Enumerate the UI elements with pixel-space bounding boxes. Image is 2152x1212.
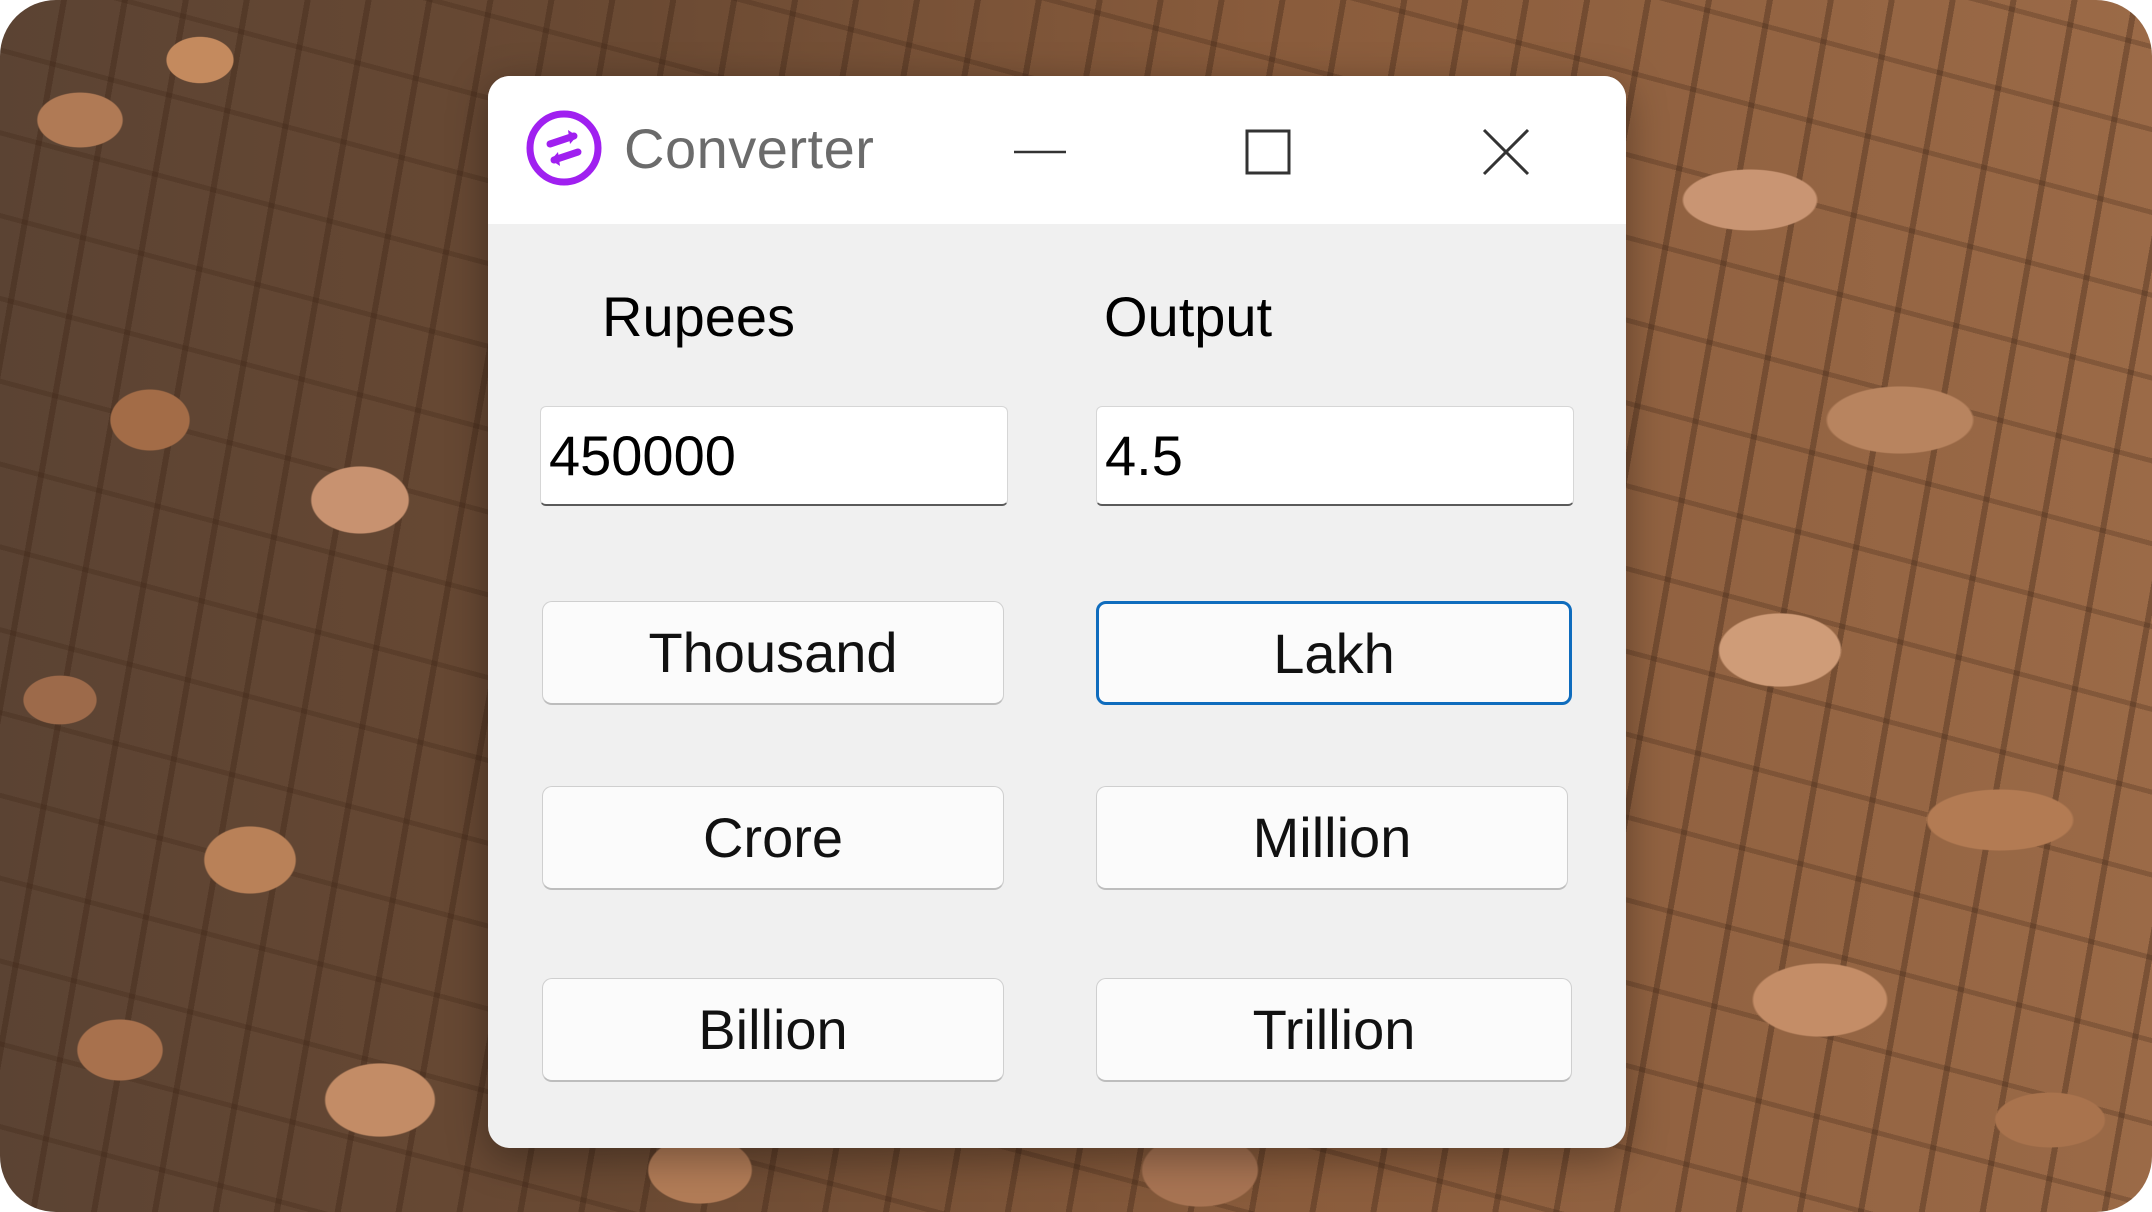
million-button[interactable]: Million: [1096, 786, 1568, 890]
minimize-button[interactable]: [1000, 112, 1080, 192]
close-button[interactable]: [1466, 112, 1546, 192]
billion-button[interactable]: Billion: [542, 978, 1004, 1082]
rupees-label: Rupees: [602, 285, 796, 348]
crore-button[interactable]: Crore: [542, 786, 1004, 890]
convert-arrows-icon: [526, 110, 602, 186]
minimize-icon: [1014, 150, 1066, 154]
window-title: Converter: [624, 117, 875, 180]
output-label: Output: [1104, 285, 1273, 348]
maximize-button[interactable]: [1228, 112, 1308, 192]
converter-window: Converter Rupees Output 450000 4.5 Thous…: [488, 76, 1626, 1148]
close-icon: [1482, 128, 1530, 176]
output-field[interactable]: 4.5: [1096, 406, 1574, 506]
lakh-button[interactable]: Lakh: [1096, 601, 1572, 705]
desktop-wallpaper: Converter Rupees Output 450000 4.5 Thous…: [0, 0, 2152, 1212]
maximize-icon: [1245, 129, 1291, 175]
trillion-button[interactable]: Trillion: [1096, 978, 1572, 1082]
rupees-input[interactable]: 450000: [540, 406, 1008, 506]
thousand-button[interactable]: Thousand: [542, 601, 1004, 705]
title-bar[interactable]: Converter: [488, 76, 1626, 224]
